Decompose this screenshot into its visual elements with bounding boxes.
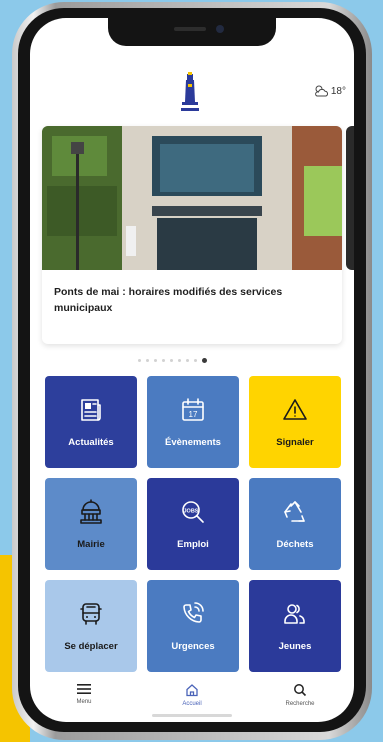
service-tile-label: Actualités [68,436,114,448]
lighthouse-logo-icon[interactable] [178,72,202,116]
service-tile-label: Signaler [276,436,314,448]
carousel-pagination [138,358,207,363]
service-tile-label: Se déplacer [64,640,118,652]
bus-icon [80,602,102,625]
service-tile[interactable]: Jeunes [249,580,341,672]
search-icon [294,684,307,697]
service-tile[interactable]: JOBS Emploi [147,478,239,570]
app-screen: 18° Ponts de mai : horaires modifiés des… [30,18,354,722]
service-tile[interactable]: Se déplacer [45,580,137,672]
service-tile-label: Évènements [165,436,221,448]
carousel-dot[interactable] [194,359,197,362]
people-icon [284,603,305,624]
service-tile[interactable]: 17 Évènements [147,376,239,468]
town-hall-icon [80,498,102,524]
svg-text:JOBS: JOBS [184,508,199,514]
warning-icon [283,398,307,420]
phone-call-icon [183,601,204,623]
nav-home[interactable]: Accueil [152,683,232,707]
carousel-dot[interactable] [186,359,189,362]
recycle-icon [284,500,305,522]
service-tile[interactable]: Urgences [147,580,239,672]
nav-menu-label: Menu [76,699,92,705]
town-hall-photo [42,126,342,270]
news-card[interactable]: Ponts de mai : horaires modifiés des ser… [42,126,342,344]
service-tile[interactable]: Déchets [249,478,341,570]
services-grid: Actualités 17 Évènements Signaler Mairie JOBS… [45,376,341,672]
job-search-icon: JOBS [182,500,204,523]
service-tile-label: Emploi [177,538,209,550]
phone-notch [108,18,276,46]
service-tile[interactable]: Mairie [45,478,137,570]
nav-home-label: Accueil [182,701,202,707]
app-header: 18° [30,68,354,123]
carousel-dot[interactable] [178,359,181,362]
speaker-grille [174,27,206,31]
carousel-dot[interactable] [146,359,149,362]
carousel-dot[interactable] [162,359,165,362]
hamburger-menu-icon [77,684,91,694]
carousel-dot[interactable] [154,359,157,362]
nav-search[interactable]: Recherche [260,683,340,707]
temperature: 18° [330,85,346,97]
service-tile-label: Jeunes [278,640,312,652]
carousel-dot[interactable] [202,358,207,363]
service-tile-label: Urgences [171,640,215,652]
carousel-dot[interactable] [170,359,173,362]
svg-text:17: 17 [189,410,198,419]
service-tile[interactable]: Actualités [45,376,137,468]
service-tile[interactable]: Signaler [249,376,341,468]
partly-cloudy-icon [315,85,328,97]
front-camera [216,25,224,33]
newspaper-icon [81,398,101,421]
nav-menu[interactable]: Menu [44,683,124,705]
calendar-icon: 17 [182,397,204,421]
service-tile-label: Mairie [77,538,105,550]
service-tile-label: Déchets [276,538,314,550]
home-icon [186,684,198,697]
home-indicator [152,714,232,717]
carousel-dot[interactable] [138,359,141,362]
weather-widget: 18° [313,84,346,98]
next-news-card-preview[interactable] [346,126,354,270]
news-carousel[interactable]: Ponts de mai : horaires modifiés des ser… [42,126,354,346]
news-card-title[interactable]: Ponts de mai : horaires modifiés des ser… [54,284,332,316]
nav-search-label: Recherche [285,701,315,707]
